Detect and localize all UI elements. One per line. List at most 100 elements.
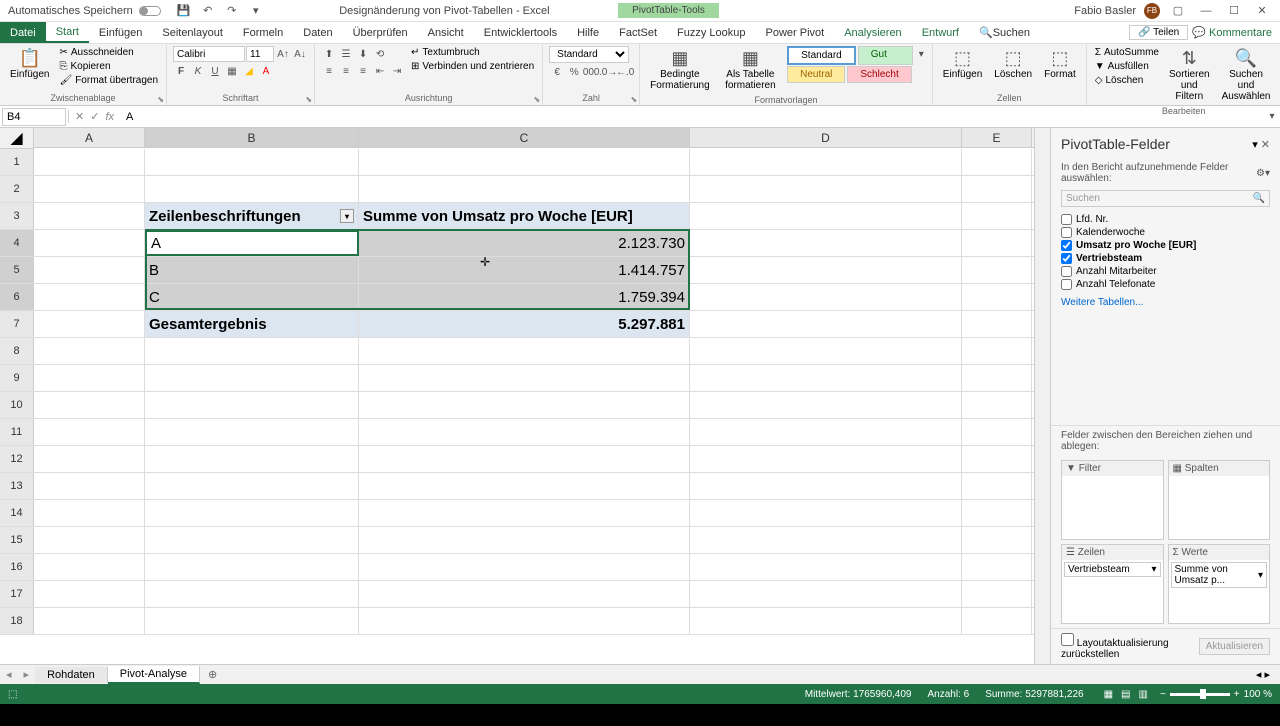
tab-hilfe[interactable]: Hilfe	[567, 22, 609, 43]
row-header[interactable]: 13	[0, 473, 34, 499]
cell-c4[interactable]: 2.123.730	[359, 230, 690, 256]
decrease-font-icon[interactable]: A↓	[292, 46, 308, 62]
increase-font-icon[interactable]: A↑	[275, 46, 291, 62]
style-standard[interactable]: Standard	[787, 46, 856, 65]
number-format-select[interactable]: Standard	[549, 46, 629, 63]
align-left-icon[interactable]: ≡	[321, 63, 337, 79]
minimize-icon[interactable]: —	[1196, 5, 1216, 17]
tab-suchen[interactable]: 🔍 Suchen	[969, 22, 1040, 43]
col-header-b[interactable]: B	[145, 128, 359, 147]
horizontal-scrollbar[interactable]: ◂ ▸	[225, 668, 1280, 681]
delete-cells-button[interactable]: ⬚Löschen	[990, 46, 1036, 82]
row-header[interactable]: 15	[0, 527, 34, 553]
page-break-view-icon[interactable]: ▥	[1139, 689, 1148, 700]
insert-cells-button[interactable]: ⬚Einfügen	[939, 46, 986, 82]
indent-inc-icon[interactable]: ⇥	[389, 63, 405, 79]
rows-area-item[interactable]: Vertriebsteam▾	[1064, 562, 1161, 577]
field-search-input[interactable]: Suchen🔍	[1061, 190, 1270, 207]
field-item[interactable]: Umsatz pro Woche [EUR]	[1061, 239, 1270, 252]
conditional-format-button[interactable]: ▦Bedingte Formatierung	[646, 46, 713, 93]
cut-button[interactable]: ✂ Ausschneiden	[57, 46, 160, 59]
row-header[interactable]: 12	[0, 446, 34, 472]
field-item[interactable]: Anzahl Mitarbeiter	[1061, 265, 1270, 278]
save-icon[interactable]: 💾	[177, 4, 191, 18]
select-all-corner[interactable]: ◢	[0, 128, 34, 149]
cell-b4[interactable]: A	[145, 230, 359, 256]
sheet-nav-prev-icon[interactable]: ◂	[0, 668, 18, 681]
row-header[interactable]: 11	[0, 419, 34, 445]
pivot-row-label-header[interactable]: Zeilenbeschriftungen▾	[145, 203, 359, 229]
page-layout-view-icon[interactable]: ▤	[1121, 689, 1130, 700]
gear-icon[interactable]: ⚙▾	[1256, 168, 1270, 179]
more-tables-link[interactable]: Weitere Tabellen...	[1051, 293, 1280, 312]
border-icon[interactable]: ▦	[224, 63, 240, 79]
avatar[interactable]: FB	[1144, 3, 1160, 19]
undo-icon[interactable]: ↶	[201, 4, 215, 18]
col-header-a[interactable]: A	[34, 128, 145, 147]
currency-icon[interactable]: €	[549, 64, 565, 80]
redo-icon[interactable]: ↷	[225, 4, 239, 18]
copy-button[interactable]: ⎘ Kopieren	[57, 60, 160, 73]
values-area[interactable]: Σ Werte Summe von Umsatz p...▾	[1168, 544, 1271, 624]
vertical-scrollbar[interactable]	[1034, 128, 1050, 664]
field-item[interactable]: Kalenderwoche	[1061, 226, 1270, 239]
row-header[interactable]: 6	[0, 284, 34, 310]
zoom-in-icon[interactable]: +	[1234, 689, 1240, 700]
fill-color-icon[interactable]: ◢	[241, 63, 257, 79]
fill-button[interactable]: ▼ Ausfüllen	[1093, 60, 1161, 73]
row-header[interactable]: 5	[0, 257, 34, 283]
align-right-icon[interactable]: ≡	[355, 63, 371, 79]
merge-center-button[interactable]: ⊞ Verbinden und zentrieren	[409, 60, 536, 73]
update-button[interactable]: Aktualisieren	[1199, 638, 1270, 655]
field-item[interactable]: Vertriebsteam	[1061, 252, 1270, 265]
row-header[interactable]: 17	[0, 581, 34, 607]
defer-layout-checkbox[interactable]: Layoutaktualisierung zurückstellen	[1061, 633, 1199, 660]
name-box[interactable]	[2, 108, 66, 126]
field-item[interactable]: Anzahl Telefonate	[1061, 278, 1270, 291]
tab-ueberpruefen[interactable]: Überprüfen	[343, 22, 418, 43]
align-launcher-icon[interactable]: ⬊	[533, 95, 540, 104]
tab-ansicht[interactable]: Ansicht	[418, 22, 474, 43]
field-pane-close-icon[interactable]: ✕	[1261, 139, 1270, 151]
italic-icon[interactable]: K	[190, 63, 206, 79]
rows-area[interactable]: ☰ Zeilen Vertriebsteam▾	[1061, 544, 1164, 624]
inc-decimal-icon[interactable]: .0→	[600, 64, 616, 80]
record-macro-icon[interactable]: ⬚	[8, 689, 17, 700]
ribbon-options-icon[interactable]: ▢	[1168, 4, 1188, 17]
row-header[interactable]: 4	[0, 230, 34, 256]
cancel-formula-icon[interactable]: ✕	[75, 110, 84, 123]
normal-view-icon[interactable]: ▦	[1104, 689, 1113, 700]
table-format-button[interactable]: ▦Als Tabelle formatieren	[718, 46, 784, 93]
tab-daten[interactable]: Daten	[293, 22, 342, 43]
row-header[interactable]: 14	[0, 500, 34, 526]
maximize-icon[interactable]: ☐	[1224, 4, 1244, 17]
col-header-e[interactable]: E	[962, 128, 1032, 147]
style-schlecht[interactable]: Schlecht	[847, 66, 911, 83]
tab-powerpivot[interactable]: Power Pivot	[756, 22, 835, 43]
orientation-icon[interactable]: ⟲	[372, 46, 388, 62]
row-header[interactable]: 3	[0, 203, 34, 229]
wrap-text-button[interactable]: ↵ Textumbruch	[409, 46, 536, 59]
sheet-tab-rohdaten[interactable]: Rohdaten	[35, 667, 108, 683]
cell-c6[interactable]: 1.759.394	[359, 284, 690, 310]
format-painter-button[interactable]: 🖌 Format übertragen	[57, 74, 160, 87]
format-cells-button[interactable]: ⬚Format	[1040, 46, 1080, 82]
zoom-slider[interactable]	[1170, 693, 1230, 696]
tab-fuzzy[interactable]: Fuzzy Lookup	[667, 22, 755, 43]
qat-dropdown-icon[interactable]: ▾	[249, 4, 263, 18]
zoom-out-icon[interactable]: −	[1160, 689, 1166, 700]
number-launcher-icon[interactable]: ⬊	[630, 95, 637, 104]
font-launcher-icon[interactable]: ⬊	[305, 95, 312, 104]
dec-decimal-icon[interactable]: ←.0	[617, 64, 633, 80]
field-item[interactable]: Lfd. Nr.	[1061, 213, 1270, 226]
cell-b7[interactable]: Gesamtergebnis	[145, 311, 359, 337]
worksheet[interactable]: ◢ A B C D E 1 2 3 Zeilenbeschriftungen▾ …	[0, 128, 1034, 664]
sort-filter-button[interactable]: ⇅Sortieren und Filtern	[1165, 46, 1214, 104]
share-button[interactable]: 🔗 Teilen	[1129, 25, 1188, 40]
zoom-level[interactable]: 100 %	[1244, 689, 1272, 700]
style-gut[interactable]: Gut	[858, 46, 913, 65]
underline-icon[interactable]: U	[207, 63, 223, 79]
autosave-toggle[interactable]: Automatisches Speichern	[0, 5, 169, 17]
tab-start[interactable]: Start	[46, 22, 89, 43]
close-icon[interactable]: ✕	[1252, 4, 1272, 17]
